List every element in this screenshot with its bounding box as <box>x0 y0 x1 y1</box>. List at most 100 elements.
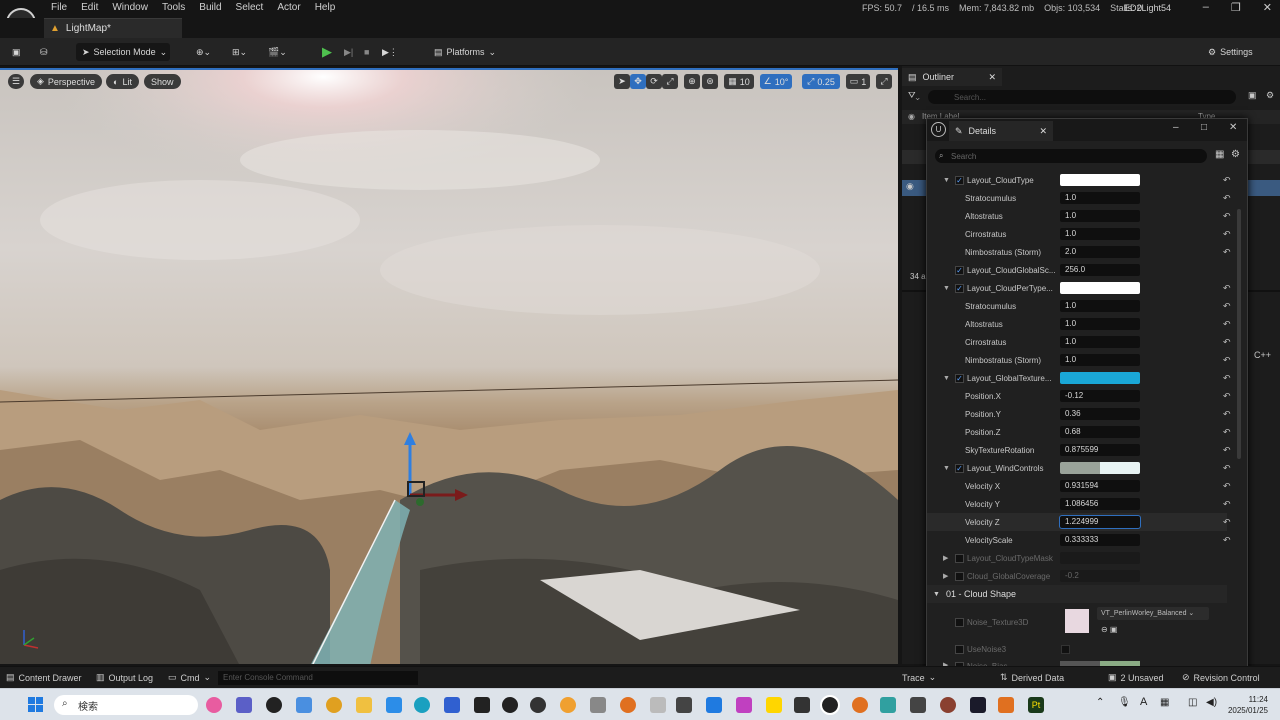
filter-icon[interactable]: ⛛⌄ <box>908 90 920 101</box>
property-row[interactable]: ▼ ✓ Layout_CloudType ↶ <box>927 171 1231 189</box>
texture-thumbnail[interactable] <box>1065 609 1089 633</box>
property-row[interactable]: ▼ ✓ Layout_CloudPerType... ↶ <box>927 279 1231 297</box>
level-viewport[interactable]: ☰ ◈ Perspective ◐ Lit Show ➤ ✥ ⟳ ⤢ ⊕ ⊛ ▦… <box>0 68 898 664</box>
property-value-field[interactable]: 0.36 <box>1060 408 1140 420</box>
edge-icon[interactable] <box>414 697 430 713</box>
menu-actor[interactable]: Actor <box>270 2 307 13</box>
source-control-icon[interactable]: ⛁ <box>40 43 48 61</box>
color-swatch[interactable] <box>1060 372 1140 384</box>
details-search-input[interactable]: ⌕ Search <box>935 149 1207 163</box>
menu-tools[interactable]: Tools <box>155 2 192 13</box>
maximize-viewport-icon[interactable]: ⤢ <box>876 74 892 89</box>
property-row[interactable]: ▼ ✓ Layout_GlobalTexture... ↶ <box>927 369 1231 387</box>
select-tool-icon[interactable]: ➤ <box>614 74 630 89</box>
property-row[interactable]: Velocity X 0.931594 ↶ <box>927 477 1231 495</box>
property-row[interactable]: Position.Z 0.68 ↶ <box>927 423 1231 441</box>
add-actor-icon[interactable]: ⊕⌄ <box>196 43 211 61</box>
app-icon[interactable] <box>386 697 402 713</box>
bolt-icon[interactable] <box>444 697 460 713</box>
scale-tool-icon[interactable]: ⤢ <box>662 74 678 89</box>
app-icon[interactable] <box>940 697 956 713</box>
property-row[interactable]: Cirrostratus 1.0 ↶ <box>927 333 1231 351</box>
property-value-field[interactable]: 0.931594 <box>1060 480 1140 492</box>
property-row[interactable]: VelocityScale 0.333333 ↶ <box>927 531 1231 549</box>
override-checkbox[interactable] <box>955 553 964 563</box>
reset-icon[interactable]: ↶ <box>1223 517 1231 528</box>
override-checkbox[interactable] <box>955 571 964 581</box>
override-checkbox[interactable]: ✓ <box>955 283 964 293</box>
gear-icon[interactable]: ⚙ <box>1231 149 1240 160</box>
app-icon[interactable] <box>736 697 752 713</box>
menu-build[interactable]: Build <box>192 2 228 13</box>
property-row[interactable]: ▼ ✓ Layout_WindControls ↶ <box>927 459 1231 477</box>
reset-icon[interactable]: ↶ <box>1223 319 1231 330</box>
terminal-icon[interactable] <box>676 697 692 713</box>
reset-icon[interactable]: ↶ <box>1223 355 1231 366</box>
property-value-field[interactable]: 1.0 <box>1060 354 1140 366</box>
property-row[interactable]: Stratocumulus 1.0 ↶ <box>927 189 1231 207</box>
property-value-field[interactable]: 256.0 <box>1060 264 1140 276</box>
property-row[interactable]: ▶ Cloud_GlobalCoverage -0.2 <box>927 567 1227 585</box>
property-row[interactable]: Position.Y 0.36 ↶ <box>927 405 1231 423</box>
world-local-icon[interactable]: ⊕ <box>684 74 700 89</box>
platforms-dropdown[interactable]: ▤ Platforms ⌄ <box>434 43 496 61</box>
details-titlebar[interactable]: U ✎ Details ✕ – □ ✕ <box>927 119 1247 141</box>
app-icon[interactable] <box>706 697 722 713</box>
property-value-field[interactable]: 2.0 <box>1060 246 1140 258</box>
use-noise-value-checkbox[interactable] <box>1061 645 1070 654</box>
reset-icon[interactable]: ↶ <box>1223 301 1231 312</box>
override-checkbox[interactable]: ✓ <box>955 373 964 383</box>
pt-icon[interactable]: Pt <box>1028 697 1044 713</box>
chrome-icon[interactable] <box>326 697 342 713</box>
rotate-tool-icon[interactable]: ⟳ <box>646 74 662 89</box>
taskbar-search[interactable]: ⌕ 検索 <box>54 695 198 715</box>
maximize-icon[interactable]: ❐ <box>1231 1 1241 14</box>
close-icon[interactable]: ✕ <box>1039 126 1047 137</box>
level-tab[interactable]: ▲ LightMap* <box>44 18 182 38</box>
property-value-field[interactable]: 1.0 <box>1060 228 1140 240</box>
unreal-icon[interactable] <box>266 697 282 713</box>
surface-snap-icon[interactable]: ⊛ <box>702 74 718 89</box>
chevron-down-icon[interactable]: ▼ <box>943 177 950 184</box>
cinematics-icon[interactable]: 🎬⌄ <box>268 43 287 61</box>
property-row[interactable]: ✓ Layout_CloudGlobalSc... 256.0 <box>927 261 1227 279</box>
property-row[interactable]: Nimbostratus (Storm) 2.0 ↶ <box>927 243 1231 261</box>
maximize-icon[interactable]: □ <box>1201 122 1207 133</box>
teams-icon[interactable] <box>236 697 252 713</box>
perspective-button[interactable]: ◈ Perspective <box>30 74 102 89</box>
translate-tool-icon[interactable]: ✥ <box>630 74 646 89</box>
selection-mode-dropdown[interactable]: ➤ Selection Mode ⌄ <box>76 43 170 61</box>
app-icon[interactable] <box>560 697 576 713</box>
property-value-field[interactable] <box>1060 552 1140 564</box>
color-swatch[interactable] <box>1060 462 1140 474</box>
resolve-icon[interactable] <box>970 697 986 713</box>
property-row[interactable]: Altostratus 1.0 ↶ <box>927 207 1231 225</box>
mic-icon[interactable]: 🎙 <box>1118 697 1131 708</box>
texture-asset-dropdown[interactable]: VT_PerlinWorley_Balanced ⌄ <box>1097 607 1209 620</box>
use-noise-checkbox[interactable] <box>955 645 964 654</box>
play-options-icon[interactable]: ▶⋮ <box>382 43 398 61</box>
property-value-field[interactable]: 1.0 <box>1060 336 1140 348</box>
menu-select[interactable]: Select <box>229 2 271 13</box>
chevron-down-icon[interactable]: ▼ <box>943 375 950 382</box>
app-icon[interactable] <box>650 697 666 713</box>
chevron-right-icon[interactable]: ▶ <box>943 554 948 562</box>
minimize-icon[interactable]: – <box>1173 122 1179 133</box>
property-row[interactable]: Altostratus 1.0 ↶ <box>927 315 1231 333</box>
reset-icon[interactable]: ↶ <box>1223 229 1231 240</box>
details-tab[interactable]: ✎ Details ✕ <box>949 121 1053 141</box>
property-row[interactable]: Cirrostratus 1.0 ↶ <box>927 225 1231 243</box>
reset-icon[interactable]: ↶ <box>1223 445 1231 456</box>
reset-icon[interactable]: ↶ <box>1223 535 1231 546</box>
reset-icon[interactable]: ↶ <box>1223 211 1231 222</box>
override-checkbox[interactable]: ✓ <box>955 463 964 473</box>
property-row[interactable]: Velocity Z 1.224999 ↶ <box>927 513 1231 531</box>
property-value-field[interactable]: 1.0 <box>1060 210 1140 222</box>
viewport-menu-icon[interactable]: ☰ <box>8 74 24 89</box>
browse-asset-icon[interactable]: ⊖ ▣ <box>1101 625 1117 634</box>
camera-speed-button[interactable]: ▭ 1 <box>846 74 870 89</box>
reset-icon[interactable]: ↶ <box>1223 373 1231 384</box>
property-value-field[interactable]: 1.086456 <box>1060 498 1140 510</box>
property-value-field[interactable]: 1.0 <box>1060 300 1140 312</box>
reset-icon[interactable]: ↶ <box>1223 175 1231 186</box>
